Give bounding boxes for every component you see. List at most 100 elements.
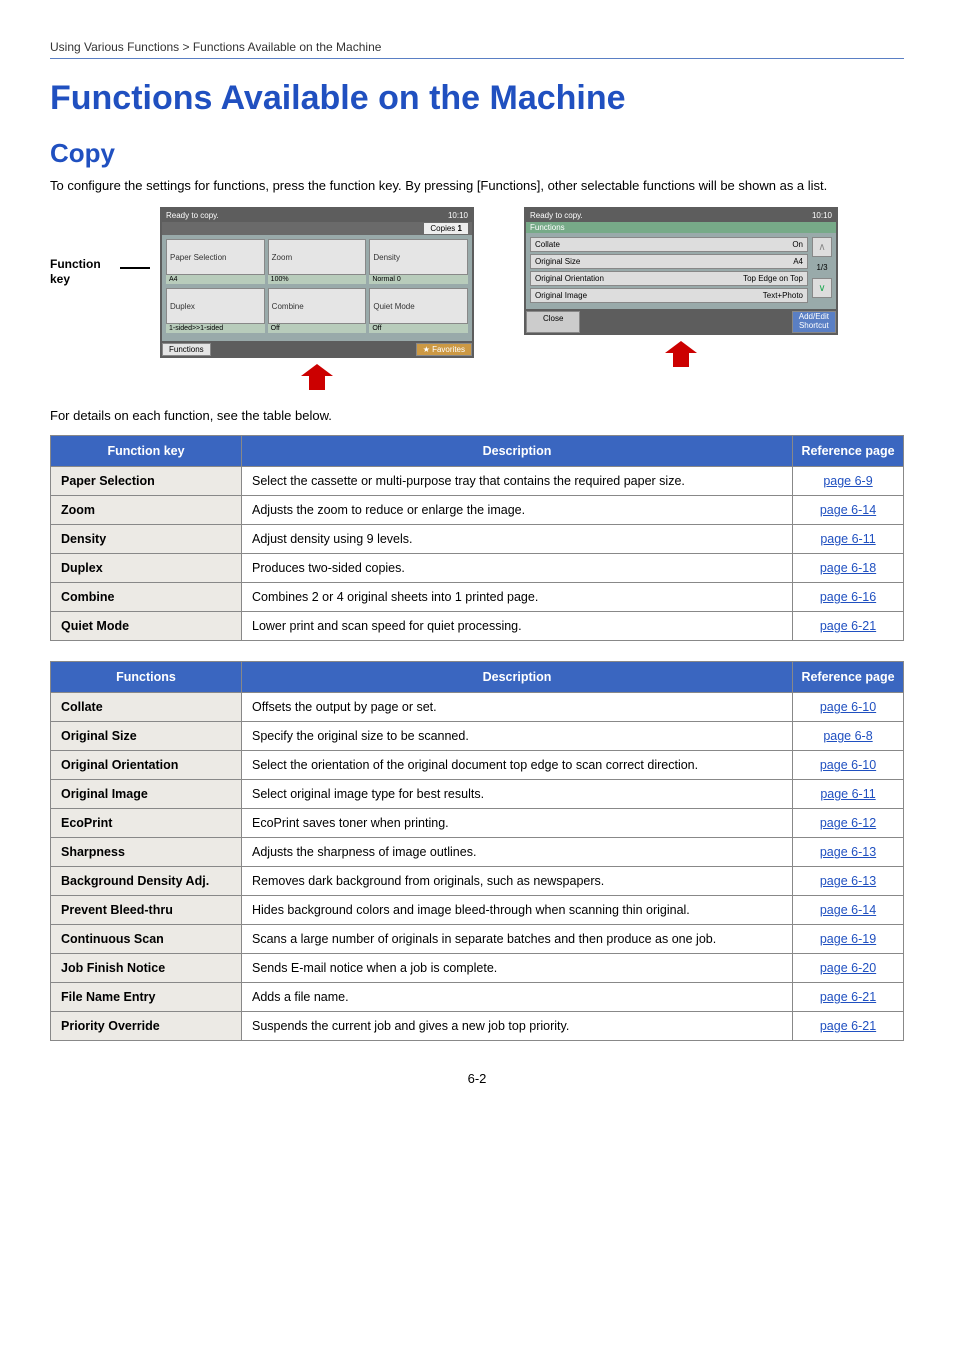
page-link[interactable]: page 6-18 [820, 561, 876, 575]
reference-page: page 6-20 [793, 954, 904, 983]
function-description: Adjusts the zoom to reduce or enlarge th… [242, 496, 793, 525]
paper-selection-cell[interactable]: Paper Selection [166, 239, 265, 275]
up-arrow-icon [297, 362, 337, 392]
close-button[interactable]: Close [526, 311, 580, 333]
page-link[interactable]: page 6-21 [820, 619, 876, 633]
page-link[interactable]: page 6-20 [820, 961, 876, 975]
function-name: EcoPrint [51, 809, 242, 838]
column-header: Reference page [793, 662, 904, 693]
function-name: Prevent Bleed-thru [51, 896, 242, 925]
function-name: Density [51, 525, 242, 554]
original-size-row[interactable]: Original SizeA4 [530, 254, 808, 269]
function-description: Offsets the output by page or set. [242, 693, 793, 722]
table-row: Background Density Adj.Removes dark back… [51, 867, 904, 896]
reference-page: page 6-13 [793, 867, 904, 896]
reference-page: page 6-21 [793, 983, 904, 1012]
page-link[interactable]: page 6-10 [820, 758, 876, 772]
page-link[interactable]: page 6-8 [823, 729, 872, 743]
collate-row[interactable]: CollateOn [530, 237, 808, 252]
time-text: 10:10 [448, 211, 468, 220]
function-key-table: Function keyDescriptionReference page Pa… [50, 435, 904, 641]
page-link[interactable]: page 6-11 [820, 532, 875, 546]
reference-page: page 6-21 [793, 1012, 904, 1041]
function-description: Lower print and scan speed for quiet pro… [242, 612, 793, 641]
table-row: DuplexProduces two-sided copies.page 6-1… [51, 554, 904, 583]
table-row: File Name EntryAdds a file name.page 6-2… [51, 983, 904, 1012]
table-row: DensityAdjust density using 9 levels.pag… [51, 525, 904, 554]
function-key-line [120, 267, 150, 269]
table-row: EcoPrintEcoPrint saves toner when printi… [51, 809, 904, 838]
page-link[interactable]: page 6-9 [823, 474, 872, 488]
function-name: Job Finish Notice [51, 954, 242, 983]
add-edit-shortcut-button[interactable]: Add/EditShortcut [792, 311, 836, 333]
function-name: Sharpness [51, 838, 242, 867]
status-text: Ready to copy. [530, 211, 583, 220]
function-name: Continuous Scan [51, 925, 242, 954]
function-name: Original Orientation [51, 751, 242, 780]
function-description: Suspends the current job and gives a new… [242, 1012, 793, 1041]
page-link[interactable]: page 6-19 [820, 932, 876, 946]
scroll-up-button[interactable]: ∧ [812, 237, 832, 257]
original-image-row[interactable]: Original ImageText+Photo [530, 288, 808, 303]
function-description: Select the orientation of the original d… [242, 751, 793, 780]
scroll-down-button[interactable]: ∨ [812, 278, 832, 298]
page-link[interactable]: page 6-16 [820, 590, 876, 604]
function-name: Combine [51, 583, 242, 612]
function-name: Priority Override [51, 1012, 242, 1041]
page-link[interactable]: page 6-10 [820, 700, 876, 714]
paper-selection-cell-value: A4 [166, 275, 265, 284]
page-link[interactable]: page 6-13 [820, 874, 876, 888]
function-description: Adds a file name. [242, 983, 793, 1012]
reference-page: page 6-18 [793, 554, 904, 583]
column-header: Function key [51, 436, 242, 467]
function-description: Select original image type for best resu… [242, 780, 793, 809]
function-description: Sends E-mail notice when a job is comple… [242, 954, 793, 983]
reference-page: page 6-16 [793, 583, 904, 612]
duplex-cell[interactable]: Duplex [166, 288, 265, 324]
combine-cell[interactable]: Combine [268, 288, 367, 324]
caption-text: For details on each function, see the ta… [50, 408, 904, 423]
function-description: Removes dark background from originals, … [242, 867, 793, 896]
column-header: Reference page [793, 436, 904, 467]
functions-header: Functions [526, 222, 836, 233]
page-link[interactable]: page 6-11 [820, 787, 875, 801]
diagram: Functionkey Ready to copy. 10:10 Copies … [50, 207, 904, 392]
reference-page: page 6-11 [793, 780, 904, 809]
column-header: Functions [51, 662, 242, 693]
functions-button[interactable]: Functions [162, 343, 211, 356]
reference-page: page 6-14 [793, 496, 904, 525]
table-row: Paper SelectionSelect the cassette or mu… [51, 467, 904, 496]
page-link[interactable]: page 6-12 [820, 816, 876, 830]
table-row: Job Finish NoticeSends E-mail notice whe… [51, 954, 904, 983]
function-description: EcoPrint saves toner when printing. [242, 809, 793, 838]
duplex-cell-value: 1-sided>>1-sided [166, 324, 265, 333]
status-text: Ready to copy. [166, 211, 219, 220]
table-row: Priority OverrideSuspends the current jo… [51, 1012, 904, 1041]
function-name: Background Density Adj. [51, 867, 242, 896]
table-row: Original OrientationSelect the orientati… [51, 751, 904, 780]
reference-page: page 6-10 [793, 751, 904, 780]
page-link[interactable]: page 6-14 [820, 503, 876, 517]
reference-page: page 6-8 [793, 722, 904, 751]
quiet-mode-cell-value: Off [369, 324, 468, 333]
page-number: 6-2 [50, 1071, 904, 1086]
function-description: Hides background colors and image bleed-… [242, 896, 793, 925]
panel-copy-functions: Ready to copy. 10:10 Copies 1 Paper Sele… [160, 207, 474, 392]
intro-text: To configure the settings for functions,… [50, 177, 904, 195]
density-cell[interactable]: Density [369, 239, 468, 275]
page-link[interactable]: page 6-21 [820, 1019, 876, 1033]
density-cell-value: Normal 0 [369, 275, 468, 284]
page-link[interactable]: page 6-21 [820, 990, 876, 1004]
function-description: Scans a large number of originals in sep… [242, 925, 793, 954]
zoom-cell[interactable]: Zoom [268, 239, 367, 275]
original-orientation-row[interactable]: Original OrientationTop Edge on Top [530, 271, 808, 286]
page-link[interactable]: page 6-13 [820, 845, 876, 859]
table-row: Continuous ScanScans a large number of o… [51, 925, 904, 954]
copies-label: Copies 1 [424, 223, 468, 234]
section-title: Copy [50, 138, 904, 169]
table-row: CollateOffsets the output by page or set… [51, 693, 904, 722]
quiet-mode-cell[interactable]: Quiet Mode [369, 288, 468, 324]
page-link[interactable]: page 6-14 [820, 903, 876, 917]
favorites-button[interactable]: ★ Favorites [416, 343, 472, 356]
function-key-label: Functionkey [50, 207, 110, 286]
